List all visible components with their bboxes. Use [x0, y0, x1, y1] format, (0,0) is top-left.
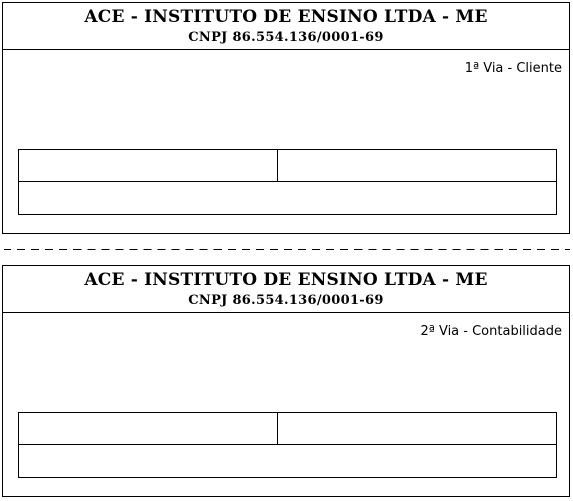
field-row-top	[19, 413, 556, 445]
field-cell-right[interactable]	[278, 150, 556, 181]
via-label-client: 1ª Via - Cliente	[464, 61, 562, 76]
field-grid	[18, 149, 557, 215]
field-row-bottom[interactable]	[19, 182, 556, 214]
receipt-header: ACE - INSTITUTO DE ENSINO LTDA - ME CNPJ…	[3, 266, 569, 313]
field-grid	[18, 412, 557, 478]
company-cnpj: CNPJ 86.554.136/0001-69	[188, 293, 384, 308]
field-row-top	[19, 150, 556, 182]
field-cell-left[interactable]	[19, 413, 278, 444]
field-cell-right[interactable]	[278, 413, 556, 444]
receipt-client-copy: ACE - INSTITUTO DE ENSINO LTDA - ME CNPJ…	[2, 2, 570, 234]
receipt-accounting-copy: ACE - INSTITUTO DE ENSINO LTDA - ME CNPJ…	[2, 265, 570, 497]
company-name: ACE - INSTITUTO DE ENSINO LTDA - ME	[84, 7, 488, 27]
receipt-header: ACE - INSTITUTO DE ENSINO LTDA - ME CNPJ…	[3, 3, 569, 50]
field-cell-left[interactable]	[19, 150, 278, 181]
field-row-bottom[interactable]	[19, 445, 556, 477]
via-label-accounting: 2ª Via - Contabilidade	[420, 324, 562, 339]
company-name: ACE - INSTITUTO DE ENSINO LTDA - ME	[84, 270, 488, 290]
cut-line-divider	[4, 249, 570, 250]
company-cnpj: CNPJ 86.554.136/0001-69	[188, 30, 384, 45]
